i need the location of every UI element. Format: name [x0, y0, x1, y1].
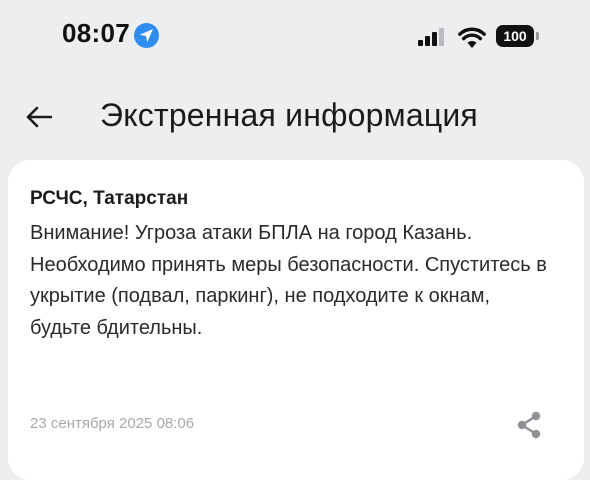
- battery-icon: 100: [496, 25, 534, 47]
- page-header: Экстренная информация: [0, 82, 590, 152]
- page-title: Экстренная информация: [100, 97, 478, 133]
- battery-tip: [536, 32, 539, 40]
- alert-card[interactable]: РСЧС, Татарстан Внимание! Угроза атаки Б…: [8, 160, 584, 480]
- arrow-left-icon: [26, 106, 52, 128]
- status-time: 08:07: [62, 18, 130, 48]
- status-bar: 08:07 100: [0, 0, 590, 72]
- cellular-signal-icon: [418, 28, 448, 46]
- alert-timestamp: 23 сентября 2025 08:06: [30, 415, 195, 432]
- share-button[interactable]: [514, 410, 544, 440]
- back-button[interactable]: [20, 98, 58, 136]
- alert-message: Внимание! Угроза атаки БПЛА на город Каз…: [30, 222, 547, 339]
- alert-sender: РСЧС, Татарстан: [30, 188, 189, 209]
- location-arrow-icon: [134, 23, 159, 48]
- share-icon: [517, 411, 541, 439]
- wifi-icon: [458, 26, 486, 48]
